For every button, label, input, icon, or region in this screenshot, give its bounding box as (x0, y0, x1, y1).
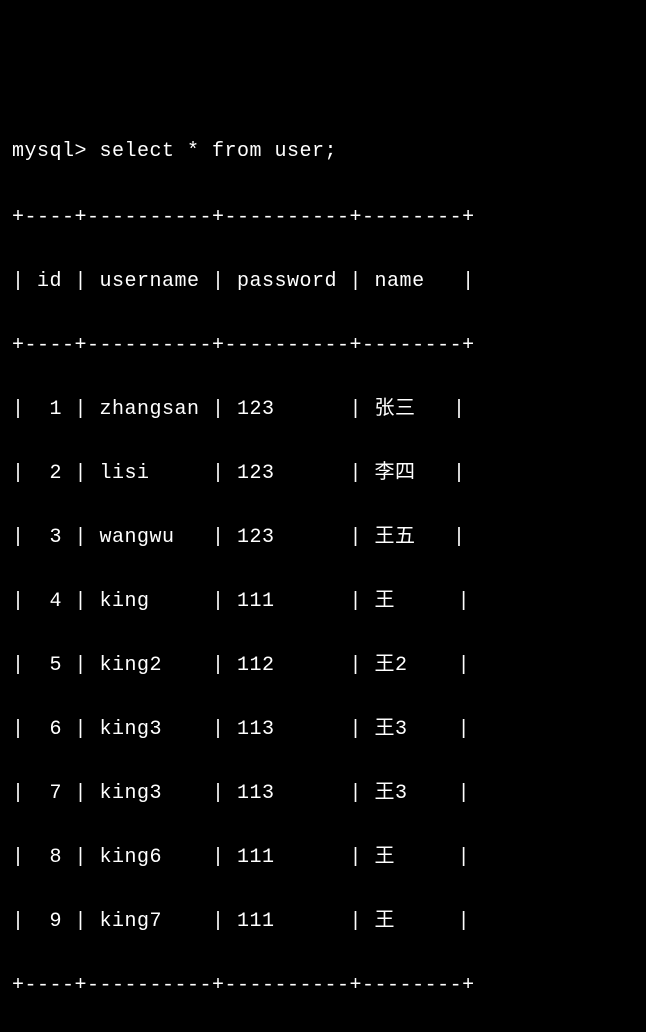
table-row: | 7 | king3 | 113 | 王3 | (12, 778, 634, 810)
table-header-row: | id | username | password | name | (12, 266, 634, 298)
table-row: | 4 | king | 111 | 王 | (12, 586, 634, 618)
table-row: | 6 | king3 | 113 | 王3 | (12, 714, 634, 746)
table-row: | 8 | king6 | 111 | 王 | (12, 842, 634, 874)
table-border-mid: +----+----------+----------+--------+ (12, 330, 634, 362)
table-row: | 5 | king2 | 112 | 王2 | (12, 650, 634, 682)
table-row: | 3 | wangwu | 123 | 王五 | (12, 522, 634, 554)
table-row: | 1 | zhangsan | 123 | 张三 | (12, 394, 634, 426)
table-border-bottom: +----+----------+----------+--------+ (12, 970, 634, 1002)
table-border-top: +----+----------+----------+--------+ (12, 202, 634, 234)
table-row: | 9 | king7 | 111 | 王 | (12, 906, 634, 938)
table-row: | 2 | lisi | 123 | 李四 | (12, 458, 634, 490)
mysql-prompt[interactable]: mysql> select * from user; (12, 136, 634, 168)
